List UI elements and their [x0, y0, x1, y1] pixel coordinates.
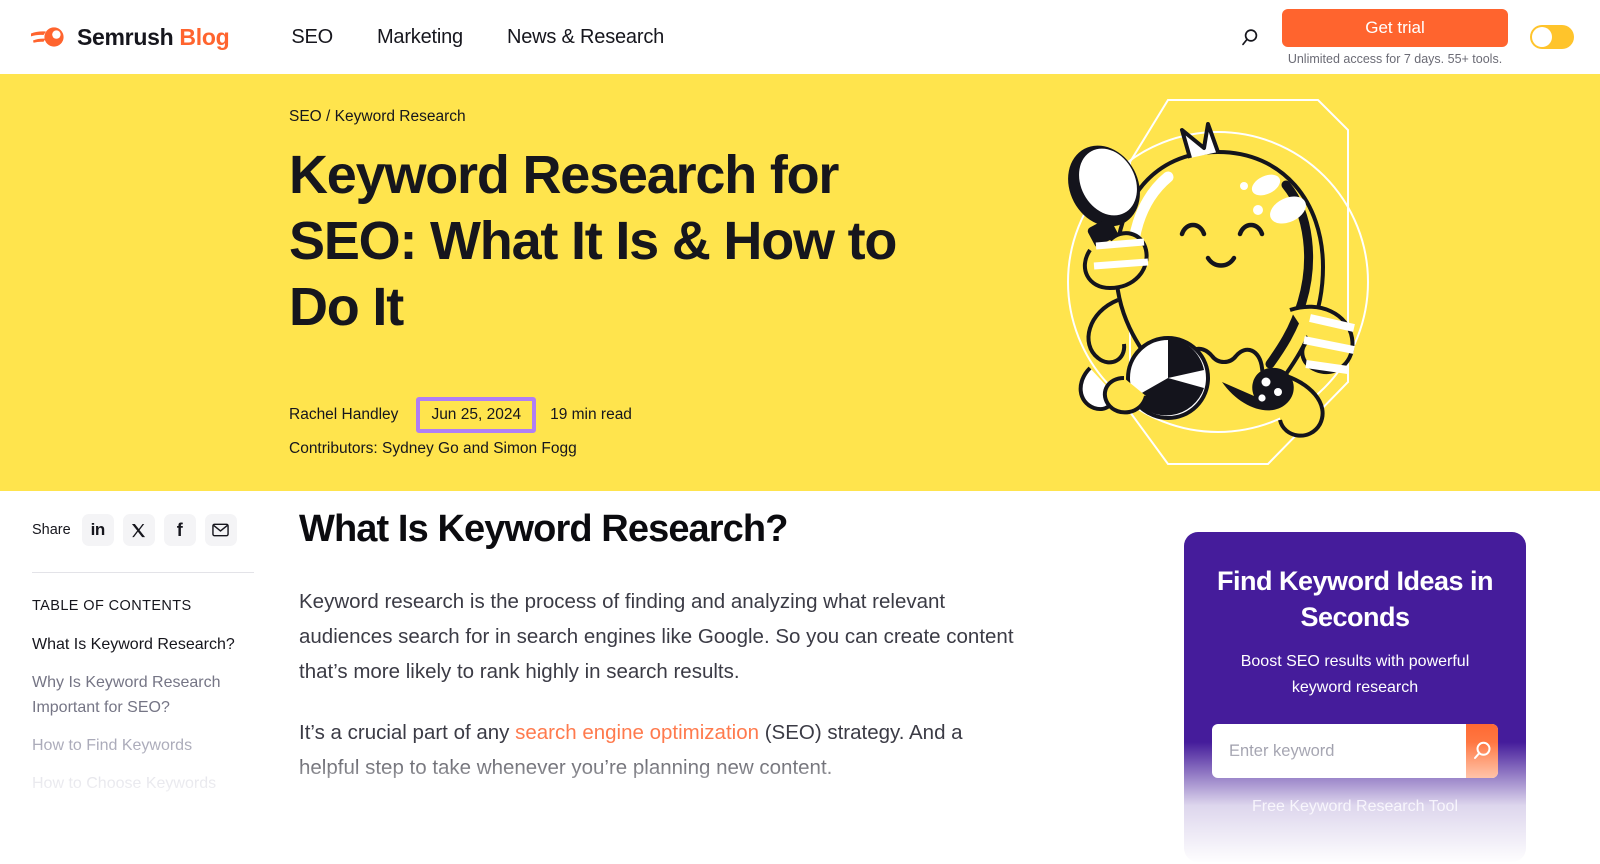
theme-toggle[interactable]	[1530, 25, 1574, 49]
get-trial-subtext: Unlimited access for 7 days. 55+ tools.	[1287, 51, 1503, 66]
page-root: Semrush Blog SEO Marketing News & Resear…	[0, 0, 1600, 864]
search-icon[interactable]	[1230, 18, 1268, 56]
share-label: Share	[32, 522, 71, 538]
get-trial-block: Get trial Unlimited access for 7 days. 5…	[1282, 8, 1508, 66]
keyword-input[interactable]	[1212, 724, 1466, 778]
nav-item-marketing[interactable]: Marketing	[377, 26, 463, 49]
breadcrumb-parent[interactable]: SEO	[289, 108, 322, 125]
article-author: Rachel Handley	[289, 405, 399, 423]
facebook-icon[interactable]: f	[163, 514, 196, 546]
facebook-glyph: f	[176, 519, 183, 540]
primary-nav: SEO Marketing News & Research	[291, 26, 664, 49]
header-actions: Get trial Unlimited access for 7 days. 5…	[1230, 8, 1600, 66]
article-paragraph-2: It’s a crucial part of any search engine…	[299, 715, 1015, 785]
linkedin-glyph: in	[90, 520, 106, 539]
toc-item-how-to-choose[interactable]: How to Choose Keywords	[32, 771, 260, 796]
content-area: Share in f TABLE OF CONTENTS What Is Key…	[0, 491, 1600, 864]
paragraph-2-pre: It’s a crucial part of any	[299, 721, 516, 744]
search-icon	[1474, 741, 1491, 759]
breadcrumb: SEO / Keyword Research	[289, 108, 466, 126]
toc-list: What Is Keyword Research? Why Is Keyword…	[32, 632, 260, 796]
keyword-tool-cta-card: Find Keyword Ideas in Seconds Boost SEO …	[1184, 532, 1526, 862]
search-engine-optimization-link[interactable]: search engine optimization	[515, 721, 759, 744]
share-row: Share in f	[32, 514, 260, 546]
x-twitter-icon[interactable]	[122, 514, 155, 546]
cta-card-footer-note: Free Keyword Research Tool	[1251, 798, 1459, 815]
email-icon[interactable]	[204, 514, 237, 546]
left-rail: Share in f TABLE OF CONTENTS What Is Key…	[32, 514, 260, 809]
article-read-time: 19 min read	[550, 405, 632, 423]
keyword-search-button[interactable]	[1466, 724, 1498, 778]
get-trial-button[interactable]: Get trial	[1282, 8, 1508, 47]
site-header: Semrush Blog SEO Marketing News & Resear…	[0, 0, 1600, 74]
brand-logo-link[interactable]: Semrush Blog	[30, 23, 230, 51]
semrush-comet-icon	[31, 27, 64, 47]
article-date-annotated: Jun 25, 2024	[416, 397, 537, 433]
envelope-glyph	[212, 523, 229, 537]
cta-card-title: Find Keyword Ideas in Seconds	[1216, 566, 1494, 632]
x-glyph	[132, 523, 146, 537]
search-glass-icon	[1241, 28, 1257, 45]
article-paragraph-1: Keyword research is the process of findi…	[299, 590, 1014, 683]
linkedin-icon[interactable]: in	[81, 514, 114, 546]
breadcrumb-current[interactable]: Keyword Research	[335, 108, 466, 125]
article-meta: Rachel Handley Jun 25, 2024 19 min read	[289, 397, 632, 433]
octopus-illustration	[1067, 99, 1369, 465]
article-contributors: Contributors: Sydney Go and Simon Fogg	[289, 440, 577, 457]
nav-item-seo[interactable]: SEO	[291, 26, 333, 49]
section-heading: What Is Keyword Research?	[299, 508, 788, 550]
toc-item-how-to-find[interactable]: How to Find Keywords	[32, 733, 260, 758]
brand-name-main: Semrush	[77, 23, 174, 50]
article-body: What Is Keyword Research? Keyword resear…	[299, 506, 1015, 811]
toc-item-why-important[interactable]: Why Is Keyword Research Important for SE…	[32, 670, 260, 720]
hero-banner: SEO / Keyword Research Keyword Research …	[0, 74, 1600, 491]
nav-item-news-research[interactable]: News & Research	[507, 26, 664, 49]
toc-item-what-is-keyword-research[interactable]: What Is Keyword Research?	[32, 632, 260, 657]
theme-toggle-knob	[1532, 27, 1552, 47]
breadcrumb-separator: /	[326, 108, 331, 125]
keyword-search-form	[1212, 724, 1498, 778]
brand-name: Semrush Blog	[77, 23, 230, 51]
rail-divider	[32, 572, 254, 573]
brand-name-suffix: Blog	[179, 23, 230, 50]
cta-card-subtitle: Boost SEO results with powerful keyword …	[1240, 653, 1470, 696]
page-title: Keyword Research for SEO: What It Is & H…	[289, 145, 897, 337]
toc-title: TABLE OF CONTENTS	[32, 598, 192, 614]
